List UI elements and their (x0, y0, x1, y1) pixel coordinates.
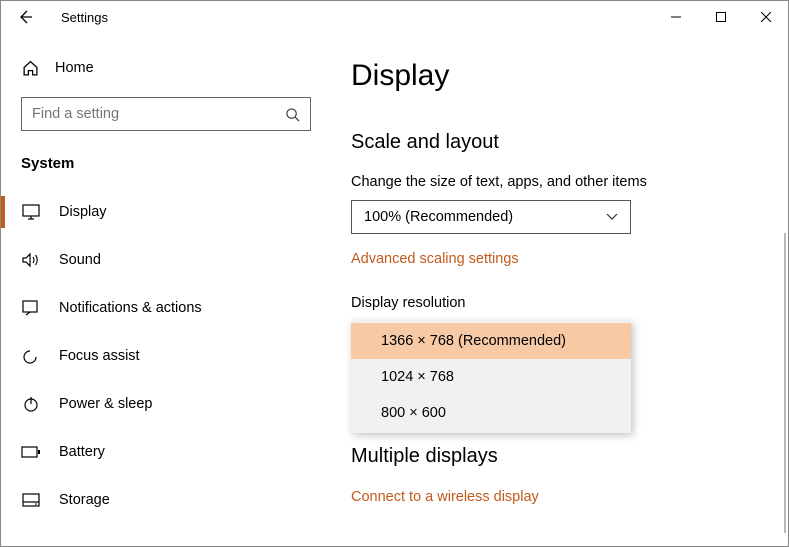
scale-current: 100% (Recommended) (364, 209, 513, 225)
close-button[interactable] (743, 1, 788, 33)
resolution-popup: 1366 × 768 (Recommended) 1024 × 768 800 … (351, 321, 631, 433)
home-nav[interactable]: Home (1, 53, 331, 83)
display-icon (21, 202, 41, 222)
multiple-displays-section: Multiple displays Connect to a wireless … (351, 445, 748, 533)
storage-icon (21, 490, 41, 510)
scale-heading: Scale and layout (351, 131, 748, 154)
chevron-down-icon (606, 213, 618, 221)
multi-heading: Multiple displays (351, 445, 748, 468)
nav-display[interactable]: Display (1, 188, 331, 236)
nav-label: Power & sleep (59, 396, 153, 412)
minimize-button[interactable] (653, 1, 698, 33)
nav-storage[interactable]: Storage (1, 476, 331, 524)
content: Home System Display (1, 33, 788, 546)
home-icon (21, 59, 39, 77)
sound-icon (21, 250, 41, 270)
nav-label: Display (59, 204, 107, 220)
search-icon (285, 107, 300, 122)
back-button[interactable] (15, 7, 35, 27)
titlebar: Settings (1, 1, 788, 33)
home-label: Home (55, 60, 94, 76)
focus-assist-icon (21, 346, 41, 366)
close-icon (761, 12, 771, 22)
window-title: Settings (61, 10, 108, 25)
scrollbar[interactable] (784, 233, 786, 533)
resolution-label: Display resolution (351, 295, 748, 311)
nav-label: Notifications & actions (59, 300, 202, 316)
nav-sound[interactable]: Sound (1, 236, 331, 284)
sidebar: Home System Display (1, 33, 331, 546)
minimize-icon (671, 12, 681, 22)
nav-label: Battery (59, 444, 105, 460)
maximize-button[interactable] (698, 1, 743, 33)
resolution-option[interactable]: 1366 × 768 (Recommended) (351, 323, 631, 359)
resolution-option[interactable]: 800 × 600 (351, 395, 631, 431)
power-icon (21, 394, 41, 414)
nav-focus-assist[interactable]: Focus assist (1, 332, 331, 380)
page-title: Display (351, 59, 748, 93)
nav-notifications[interactable]: Notifications & actions (1, 284, 331, 332)
window-controls (653, 1, 788, 33)
resolution-option[interactable]: 1024 × 768 (351, 359, 631, 395)
settings-window: Settings Home (0, 0, 789, 547)
search-box[interactable] (21, 97, 311, 131)
nav-label: Sound (59, 252, 101, 268)
connect-wireless-link[interactable]: Connect to a wireless display (351, 489, 539, 505)
scale-dropdown[interactable]: 100% (Recommended) (351, 200, 631, 234)
nav-power-sleep[interactable]: Power & sleep (1, 380, 331, 428)
main-panel: Display Scale and layout Change the size… (331, 33, 788, 546)
arrow-left-icon (17, 9, 33, 25)
search-wrap (21, 97, 311, 131)
scale-change-label: Change the size of text, apps, and other… (351, 174, 748, 190)
nav-label: Focus assist (59, 348, 140, 364)
notifications-icon (21, 298, 41, 318)
battery-icon (21, 442, 41, 462)
nav-label: Storage (59, 492, 110, 508)
nav-battery[interactable]: Battery (1, 428, 331, 476)
search-input[interactable] (32, 106, 285, 122)
advanced-scaling-link[interactable]: Advanced scaling settings (351, 251, 519, 267)
group-title: System (1, 149, 331, 188)
maximize-icon (716, 12, 726, 22)
